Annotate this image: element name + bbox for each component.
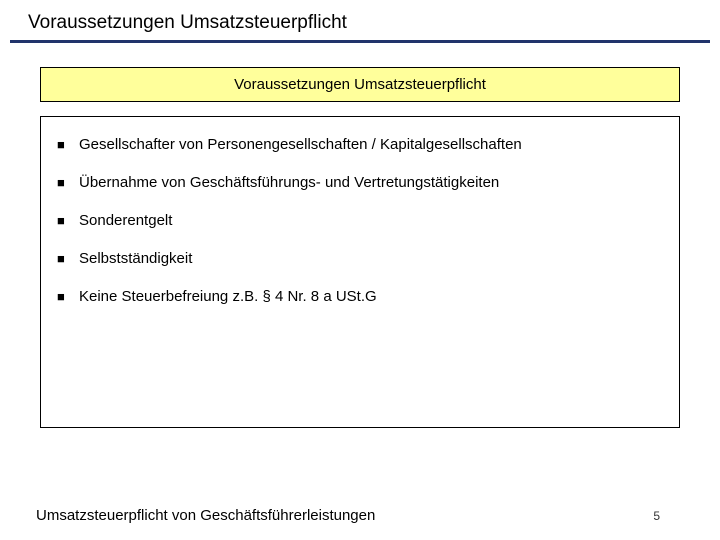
footer: Umsatzsteuerpflicht von Geschäftsführerl…	[0, 507, 720, 524]
slide: Voraussetzungen Umsatzsteuerpflicht Vora…	[0, 0, 720, 540]
bullet-list: ■ Gesellschafter von Personengesellschaf…	[57, 135, 663, 307]
footer-text: Umsatzsteuerpflicht von Geschäftsführerl…	[36, 507, 375, 524]
list-item: ■ Sonderentgelt	[57, 211, 663, 231]
list-item: ■ Keine Steuerbefreiung z.B. § 4 Nr. 8 a…	[57, 287, 663, 307]
square-bullet-icon: ■	[57, 211, 79, 231]
title-divider	[10, 40, 710, 43]
list-item-text: Sonderentgelt	[79, 211, 663, 231]
content-box: ■ Gesellschafter von Personengesellschaf…	[40, 116, 680, 428]
list-item-text: Keine Steuerbefreiung z.B. § 4 Nr. 8 a U…	[79, 287, 663, 307]
square-bullet-icon: ■	[57, 287, 79, 307]
square-bullet-icon: ■	[57, 249, 79, 269]
list-item-text: Selbstständigkeit	[79, 249, 663, 269]
list-item: ■ Selbstständigkeit	[57, 249, 663, 269]
list-item: ■ Übernahme von Geschäftsführungs- und V…	[57, 173, 663, 193]
square-bullet-icon: ■	[57, 135, 79, 155]
subtitle-text: Voraussetzungen Umsatzsteuerpflicht	[234, 76, 486, 93]
list-item: ■ Gesellschafter von Personengesellschaf…	[57, 135, 663, 155]
subtitle-box: Voraussetzungen Umsatzsteuerpflicht	[40, 67, 680, 102]
list-item-text: Gesellschafter von Personengesellschafte…	[79, 135, 663, 155]
list-item-text: Übernahme von Geschäftsführungs- und Ver…	[79, 173, 663, 193]
square-bullet-icon: ■	[57, 173, 79, 193]
page-title: Voraussetzungen Umsatzsteuerpflicht	[0, 0, 720, 40]
page-number: 5	[653, 509, 660, 523]
